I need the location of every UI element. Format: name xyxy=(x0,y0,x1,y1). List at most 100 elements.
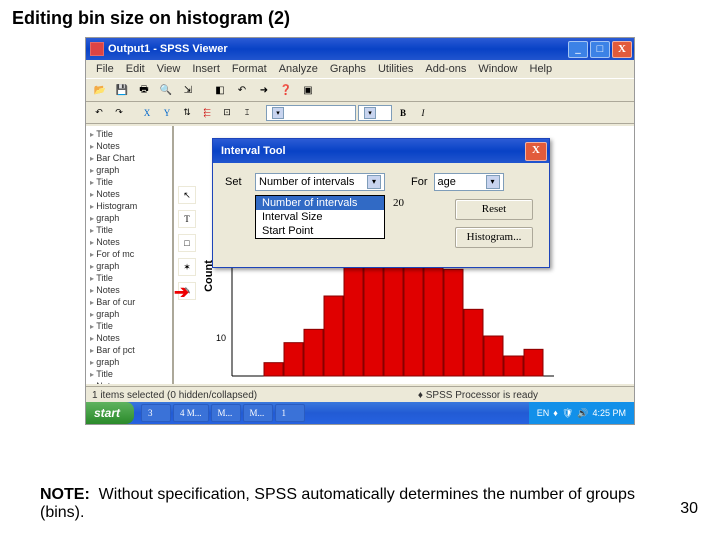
transpose-icon[interactable]: ⇅ xyxy=(178,104,196,122)
y-icon[interactable]: Y xyxy=(158,104,176,122)
outline-item[interactable]: Notes xyxy=(88,236,170,248)
menu-format[interactable]: Format xyxy=(226,63,273,75)
fit-icon[interactable]: ⊡ xyxy=(218,104,236,122)
text-icon[interactable]: T xyxy=(178,210,196,228)
menu-window[interactable]: Window xyxy=(472,63,523,75)
chart-editor-toolbar: ↶ ↷ X Y ⇅ ⬱ ⊡ 𝙸 ▾ ▾ B I xyxy=(86,102,634,124)
export-icon[interactable]: ⇲ xyxy=(178,80,198,100)
menu-file[interactable]: File xyxy=(90,63,120,75)
status-processor: ♦ SPSS Processor is ready xyxy=(418,390,538,401)
open-icon[interactable]: 📂 xyxy=(90,80,110,100)
marker-icon[interactable]: ✶ xyxy=(178,258,196,276)
select-last-icon[interactable]: ▣ xyxy=(298,80,318,100)
set-dropdown[interactable]: Number of intervals Interval Size Start … xyxy=(255,195,385,239)
menu-help[interactable]: Help xyxy=(524,63,559,75)
menu-graphs[interactable]: Graphs xyxy=(324,63,372,75)
outline-item[interactable]: Notes xyxy=(88,188,170,200)
slide-note: NOTE: Without specification, SPSS automa… xyxy=(40,486,680,522)
menu-edit[interactable]: Edit xyxy=(120,63,151,75)
outline-item[interactable]: Bar Chart xyxy=(88,152,170,164)
variables-icon[interactable]: ❓ xyxy=(276,80,296,100)
start-button[interactable]: start xyxy=(86,402,134,424)
set-combo[interactable]: Number of intervals▾ xyxy=(255,173,385,191)
outline-item[interactable]: For of mc xyxy=(88,248,170,260)
histogram-button[interactable]: Histogram... xyxy=(455,227,533,248)
app-window: Output1 - SPSS Viewer _ □ X File Edit Vi… xyxy=(85,37,635,425)
taskbar-item[interactable]: 4 M... xyxy=(173,404,209,422)
interval-icon[interactable]: 𝙸 xyxy=(238,104,256,122)
outline-item[interactable]: graph xyxy=(88,308,170,320)
taskbar-item[interactable]: M... xyxy=(243,404,273,422)
lang-indicator[interactable]: EN xyxy=(537,408,550,418)
outline-item[interactable]: Title xyxy=(88,368,170,380)
tray-icon[interactable]: 🛡 xyxy=(562,408,573,419)
save-icon[interactable]: 💾 xyxy=(112,80,132,100)
bold-button[interactable]: B xyxy=(394,104,412,122)
tray-icon[interactable]: ♦ xyxy=(553,408,558,418)
histogram-bar xyxy=(464,309,483,376)
outline-item[interactable]: graph xyxy=(88,260,170,272)
undo-icon[interactable]: ↶ xyxy=(232,80,252,100)
minimize-button[interactable]: _ xyxy=(568,41,588,58)
outline-item[interactable]: Title xyxy=(88,224,170,236)
outline-item[interactable]: Bar of cur xyxy=(88,296,170,308)
dropdown-option[interactable]: Number of intervals xyxy=(256,196,384,210)
for-label: For xyxy=(411,176,428,188)
outline-item[interactable]: graph xyxy=(88,164,170,176)
outline-item[interactable]: Title xyxy=(88,272,170,284)
close-button[interactable]: X xyxy=(612,41,632,58)
tray-icon[interactable]: 🔊 xyxy=(577,408,588,419)
dialog-titlebar[interactable]: Interval Tool X xyxy=(213,139,549,163)
dropdown-option[interactable]: Interval Size xyxy=(256,210,384,224)
output-outline[interactable]: Title Notes Bar Chart graph Title Notes … xyxy=(86,126,174,384)
xy-icon[interactable]: X xyxy=(138,104,156,122)
line-icon[interactable]: ⬱ xyxy=(198,104,216,122)
outline-item[interactable]: Bar of pct xyxy=(88,344,170,356)
chevron-down-icon[interactable]: ▾ xyxy=(367,175,381,189)
for-combo[interactable]: age▾ xyxy=(434,173,504,191)
slide-title: Editing bin size on histogram (2) xyxy=(0,0,720,33)
set-label: Set xyxy=(225,176,249,188)
dialog-close-button[interactable]: X xyxy=(525,142,547,161)
app-icon xyxy=(90,42,104,56)
font-combo[interactable]: ▾ xyxy=(266,105,356,121)
outline-item[interactable]: Notes xyxy=(88,140,170,152)
outline-item[interactable]: Notes xyxy=(88,284,170,296)
size-combo[interactable]: ▾ xyxy=(358,105,392,121)
outline-item[interactable]: Notes xyxy=(88,380,170,384)
menu-view[interactable]: View xyxy=(151,63,187,75)
outline-item[interactable]: Notes xyxy=(88,332,170,344)
dialog-recall-icon[interactable]: ◧ xyxy=(210,80,230,100)
menu-analyze[interactable]: Analyze xyxy=(273,63,324,75)
taskbar-item[interactable]: 3 xyxy=(141,404,171,422)
taskbar-item[interactable]: 1 xyxy=(275,404,305,422)
print-icon[interactable]: 🖶 xyxy=(134,80,154,100)
menu-addons[interactable]: Add-ons xyxy=(419,63,472,75)
italic-button[interactable]: I xyxy=(414,104,432,122)
outline-item[interactable]: Histogram xyxy=(88,200,170,212)
redo-icon[interactable]: ↷ xyxy=(110,104,128,122)
page-number: 30 xyxy=(680,500,698,518)
outline-item[interactable]: Title xyxy=(88,320,170,332)
reset-button[interactable]: Reset xyxy=(455,199,533,220)
maximize-button[interactable]: □ xyxy=(590,41,610,58)
clock[interactable]: 4:25 PM xyxy=(592,408,626,418)
outline-item[interactable]: Title xyxy=(88,176,170,188)
preview-icon[interactable]: 🔍 xyxy=(156,80,176,100)
outline-item[interactable]: Title xyxy=(88,128,170,140)
histogram-bar xyxy=(484,336,503,376)
histogram-bar xyxy=(304,329,323,376)
rect-icon[interactable]: □ xyxy=(178,234,196,252)
goto-icon[interactable]: ➜ xyxy=(254,80,274,100)
system-tray[interactable]: EN ♦ 🛡 🔊 4:25 PM xyxy=(529,402,634,424)
dropdown-option[interactable]: Start Point xyxy=(256,224,384,238)
menu-insert[interactable]: Insert xyxy=(186,63,226,75)
menu-utilities[interactable]: Utilities xyxy=(372,63,419,75)
outline-item[interactable]: graph xyxy=(88,356,170,368)
undo-icon[interactable]: ↶ xyxy=(90,104,108,122)
callout-arrow-icon: ➔ xyxy=(174,282,189,303)
outline-item[interactable]: graph xyxy=(88,212,170,224)
chevron-down-icon[interactable]: ▾ xyxy=(486,175,500,189)
pointer-icon[interactable]: ↖ xyxy=(178,186,196,204)
taskbar-item[interactable]: M... xyxy=(211,404,241,422)
